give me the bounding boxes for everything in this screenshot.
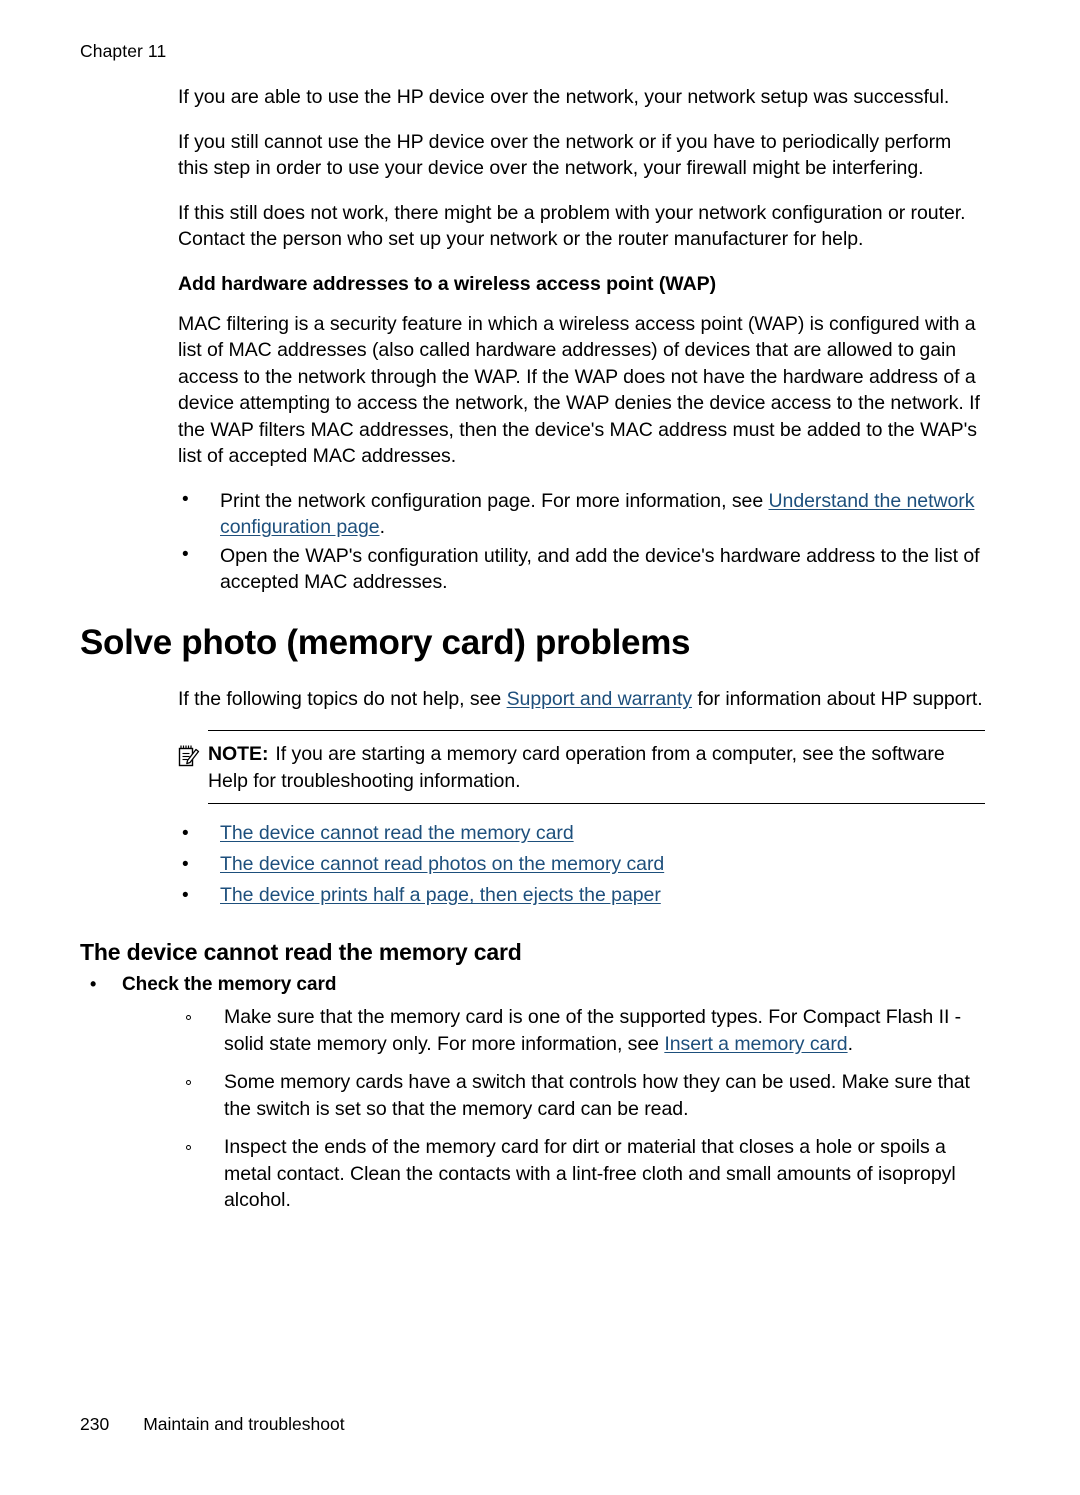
list-item: Print the network configuration page. Fo… <box>178 487 985 541</box>
photo-intro-block: If the following topics do not help, see… <box>178 686 985 713</box>
note-body: NOTE: If you are starting a memory card o… <box>178 731 985 803</box>
footer-page-number: 230 <box>80 1414 110 1434</box>
intro-text-before: If the following topics do not help, see <box>178 687 507 710</box>
list-item: Inspect the ends of the memory card for … <box>178 1134 985 1214</box>
bullet-text-after: . <box>379 516 385 538</box>
paragraph-network-success: If you are able to use the HP device ove… <box>178 86 950 108</box>
list-item: Some memory cards have a switch that con… <box>178 1069 985 1122</box>
note-rule-bottom <box>208 803 985 804</box>
note-label: NOTE: <box>208 743 269 765</box>
section-heading-cannot-read: The device cannot read the memory card <box>80 939 522 965</box>
list-item: The device prints half a page, then ejec… <box>178 880 985 911</box>
note-text: NOTE: If you are starting a memory card o… <box>208 741 985 794</box>
link-support-and-warranty[interactable]: Support and warranty <box>507 688 693 710</box>
link-insert-a-memory-card[interactable]: Insert a memory card <box>664 1033 847 1055</box>
page-title: Solve photo (memory card) problems <box>80 622 691 662</box>
check-memory-card-list: Check the memory card <box>80 971 985 998</box>
intro-paragraph-block: If you are able to use the HP device ove… <box>178 84 985 253</box>
paragraph-mac-filtering: MAC filtering is a security feature in w… <box>178 312 980 468</box>
list-item: The device cannot read photos on the mem… <box>178 849 985 880</box>
running-head: Chapter 11 <box>80 41 167 61</box>
topic-links-block: The device cannot read the memory card T… <box>178 818 985 911</box>
topic-link-list: The device cannot read the memory card T… <box>178 818 985 911</box>
link-device-cannot-read-photos[interactable]: The device cannot read photos on the mem… <box>220 853 664 875</box>
list-item: The device cannot read the memory card <box>178 818 985 849</box>
note-pencil-icon <box>178 741 208 773</box>
link-device-cannot-read-memory-card[interactable]: The device cannot read the memory card <box>220 822 574 844</box>
note-callout: NOTE: If you are starting a memory card o… <box>178 730 985 804</box>
sub-text-before: Some memory cards have a switch that con… <box>224 1071 970 1120</box>
document-page: Chapter 11 If you are able to use the HP… <box>0 0 1080 1495</box>
page-footer: 230 Maintain and troubleshoot <box>80 1413 345 1435</box>
intro-text-after: for information about HP support. <box>692 687 983 710</box>
list-item-check-memory-card: Check the memory card <box>80 971 985 998</box>
paragraph-router: If this still does not work, there might… <box>178 201 966 251</box>
wap-heading: Add hardware addresses to a wireless acc… <box>178 272 717 295</box>
sub-text-before: Inspect the ends of the memory card for … <box>224 1136 956 1211</box>
paragraph-firewall: If you still cannot use the HP device ov… <box>178 130 952 180</box>
sub-text-after: . <box>847 1032 853 1055</box>
sub-bullet-block: Make sure that the memory card is one of… <box>178 1004 985 1214</box>
bullet-text-before: Open the WAP's configuration utility, an… <box>220 544 980 594</box>
list-item: Make sure that the memory card is one of… <box>178 1004 985 1057</box>
wap-bullet-list: Print the network configuration page. Fo… <box>178 487 985 596</box>
paragraph-photo-intro: If the following topics do not help, see… <box>178 686 985 713</box>
link-device-prints-half-page[interactable]: The device prints half a page, then ejec… <box>220 884 661 906</box>
note-message: If you are starting a memory card operat… <box>208 743 945 792</box>
footer-section-name: Maintain and troubleshoot <box>143 1414 345 1434</box>
page-content: If you are able to use the HP device ove… <box>80 84 985 1226</box>
bullet-text-before: Print the network configuration page. Fo… <box>220 489 769 512</box>
memory-card-sub-list: Make sure that the memory card is one of… <box>178 1004 985 1214</box>
list-item: Open the WAP's configuration utility, an… <box>178 542 985 596</box>
wap-subsection: Add hardware addresses to a wireless acc… <box>178 271 985 596</box>
